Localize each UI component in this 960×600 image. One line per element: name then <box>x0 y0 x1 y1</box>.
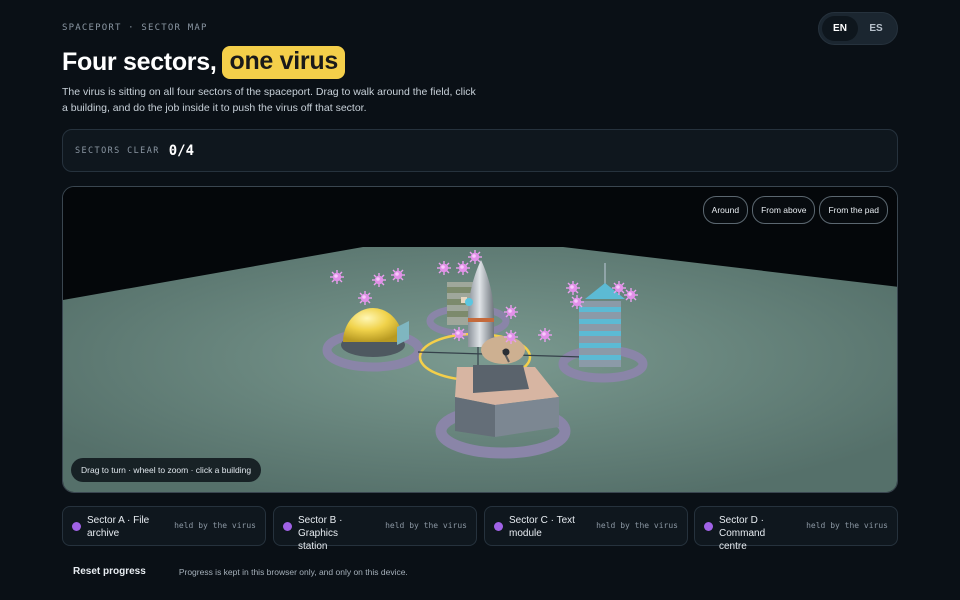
sectors-clear-count: 0/4 <box>168 142 195 159</box>
language-option-es[interactable]: ES <box>858 16 894 41</box>
page-title: Four sectors, one virus <box>62 46 345 79</box>
sector-card-title: Sector A · File archive <box>87 515 150 539</box>
status-dot <box>72 522 81 531</box>
language-option-en[interactable]: EN <box>822 16 858 41</box>
sectors-clear-label: SECTORS CLEAR <box>75 145 160 156</box>
sector-card-title: Sector C · Text module <box>509 515 575 539</box>
footer: Reset progress Progress is kept in this … <box>73 566 408 577</box>
progress-note: Progress is kept in this browser only, a… <box>178 566 408 577</box>
camera-view-buttons: Around From above From the pad <box>702 196 888 224</box>
view-from-pad-button[interactable]: From the pad <box>819 196 888 224</box>
sector-card-d[interactable]: Sector D · Command centre held by the vi… <box>694 506 898 552</box>
reset-progress-button[interactable]: Reset progress <box>73 566 146 577</box>
scene-canvas[interactable] <box>63 187 898 493</box>
sector-card-b[interactable]: Sector B · Graphics station held by the … <box>273 506 477 552</box>
controls-hint: Drag to turn · wheel to zoom · click a b… <box>71 458 262 482</box>
sector-card-title: Sector D · Command centre <box>719 515 766 552</box>
status-dot <box>283 522 292 531</box>
intro-text: The virus is sitting on all four sectors… <box>62 86 476 114</box>
sector-cards: Sector A · File archive held by the viru… <box>62 506 898 552</box>
scene-viewport[interactable]: Around From above From the pad Drag to t… <box>62 186 898 493</box>
view-from-above-button[interactable]: From above <box>752 196 816 224</box>
sector-card-status: held by the virus <box>174 521 256 530</box>
page-title-highlight: one virus <box>222 46 345 79</box>
sector-card-status: held by the virus <box>385 521 467 530</box>
sector-card-a[interactable]: Sector A · File archive held by the viru… <box>62 506 266 546</box>
status-dot <box>494 522 503 531</box>
sectors-progress-bar: SECTORS CLEAR 0/4 <box>62 129 898 172</box>
breadcrumb: SPACEPORT · SECTOR MAP <box>62 23 208 33</box>
sector-card-status: held by the virus <box>596 521 678 530</box>
language-toggle[interactable]: EN ES <box>818 12 898 45</box>
sector-card-title: Sector B · Graphics station <box>298 515 343 552</box>
view-around-button[interactable]: Around <box>702 196 749 224</box>
page-title-main: Four sectors, <box>62 48 217 76</box>
status-dot <box>704 522 713 531</box>
sector-card-c[interactable]: Sector C · Text module held by the virus <box>484 506 688 546</box>
sector-card-status: held by the virus <box>806 521 888 530</box>
